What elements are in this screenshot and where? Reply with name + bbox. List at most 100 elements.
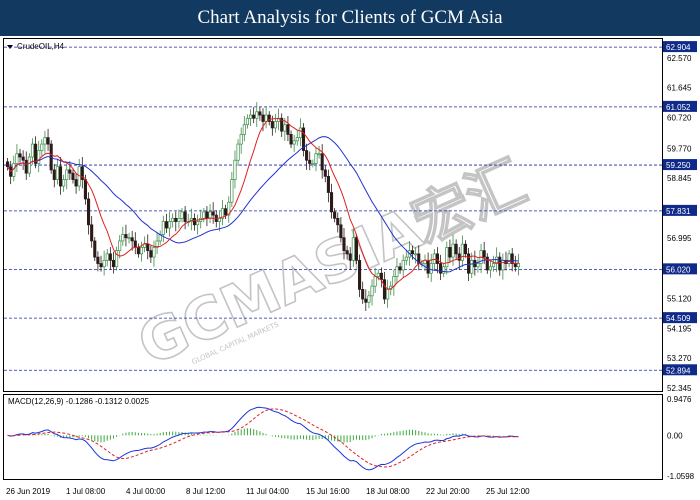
candle-body [308,159,312,164]
candle-body [242,124,246,135]
price-tick: 56.995 [667,234,692,243]
candle-body [167,221,172,229]
candle-body [317,153,321,156]
price-tick: 58.845 [667,174,692,183]
candle-body [21,156,25,161]
candle-body [196,221,200,226]
time-tick: 25 Jul 12:00 [486,487,530,496]
candle-body [379,272,383,281]
price-tick: 55.120 [667,294,692,303]
candle-body [435,253,439,264]
candle-body [108,253,112,261]
candle-body [149,250,153,258]
candle-body [24,159,28,174]
candle-body [376,272,380,277]
macd-panel-frame [3,394,663,480]
chart-area[interactable]: GCMASIA 宏汇 GLOBAL CAPITAL MARKETS CrudeO… [0,36,700,500]
candle-body [367,295,371,303]
time-tick: 1 Jul 08:00 [66,487,106,496]
candle-body [292,140,296,145]
candle-body [74,179,78,187]
candle-body [370,285,374,297]
candle-body [248,114,253,119]
candle-body [358,259,362,290]
candle-body [55,166,59,180]
candle-body [273,121,278,129]
candle-body [348,253,352,261]
candle-body [432,253,436,264]
price-tick: 54.195 [667,324,692,333]
level-label: 62.904 [666,43,691,52]
candle-body [174,217,178,222]
candle-body [239,134,243,145]
candle-body [342,237,346,251]
candle-body [58,166,63,187]
candle-body [345,250,349,255]
macd-tick: 0.9476 [667,395,692,404]
candle-body [442,266,446,274]
candle-body [414,253,418,256]
candle-body [127,237,131,240]
candle-body [295,137,299,142]
time-tick: 15 Jul 16:00 [306,487,350,496]
candle-body [46,137,50,145]
candle-body [401,259,405,271]
candle-body [476,263,480,268]
candle-body [90,224,94,242]
candle-body [354,237,359,261]
time-tick: 8 Jul 12:00 [186,487,226,496]
candle-body [121,234,125,242]
macd-axis: 0.9476 0.00 -1.0598 [667,395,695,481]
candle-body [230,179,234,203]
candle-body [516,263,520,268]
candle-body [27,156,31,174]
level-label: 52.894 [666,366,691,375]
candle-body [314,153,318,164]
candle-body [245,117,249,126]
candle-body [136,247,140,255]
candle-body [52,169,56,180]
candle-body [65,169,69,180]
page-title: Chart Analysis for Clients of GCM Asia [197,7,503,28]
candle-body [426,259,430,274]
price-tick: 53.270 [667,354,692,363]
candle-body [488,266,492,271]
candle-body [152,247,156,258]
candle-body [498,256,502,271]
candle-body [161,221,165,235]
candle-body [205,211,209,219]
price-tick: 62.570 [667,54,692,63]
candle-body [18,153,22,158]
candle-body [83,179,87,200]
candle-body [404,256,408,261]
candle-body [62,179,66,187]
candle-body [460,243,464,261]
candle-body [208,211,212,219]
candle-body [457,253,461,261]
candle-body [339,224,343,239]
candle-body [224,208,228,216]
candle-body [202,211,206,219]
candle-body [192,217,197,226]
time-tick: 22 Jul 20:00 [426,487,470,496]
candle-body [305,150,309,161]
candle-body [258,111,262,116]
candle-body [217,217,221,222]
candle-body [71,172,75,180]
candle-body [111,259,116,268]
candle-body [448,247,452,258]
candle-body [326,176,330,193]
level-label: 57.831 [666,207,691,216]
candle-body [124,234,128,239]
candle-body [139,247,144,255]
candle-body [15,153,19,164]
level-label: 59.250 [666,161,691,170]
time-tick: 26 Jun 2019 [6,487,51,496]
candle-body [361,289,365,300]
candle-body [40,143,44,151]
candle-body [183,211,187,222]
price-tick: 52.345 [667,384,692,393]
macd-tick: -1.0598 [667,472,695,481]
candle-body [323,169,327,177]
candle-body [6,161,10,168]
